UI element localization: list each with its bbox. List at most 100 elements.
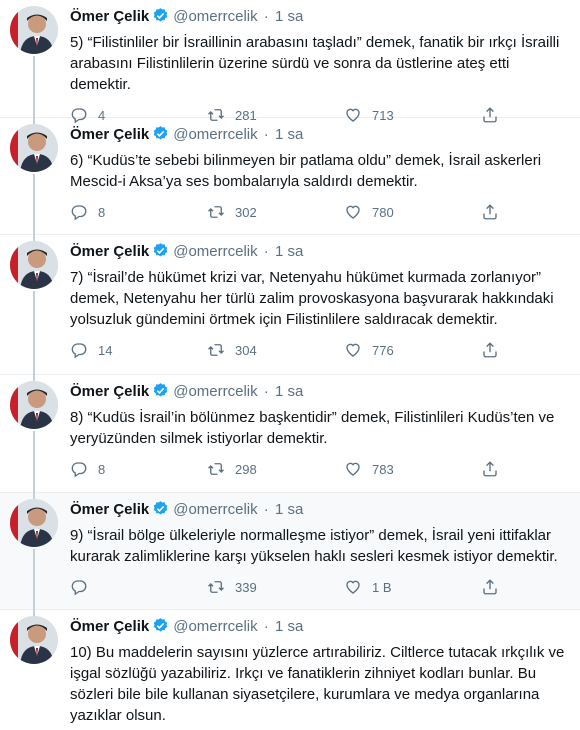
tweet-header: Ömer Çelik @omerrcelik · 1 sa: [70, 235, 568, 265]
like-count: 783: [372, 461, 394, 477]
verified-badge-icon: [152, 617, 169, 640]
author-name[interactable]: Ömer Çelik: [70, 501, 149, 518]
author-handle[interactable]: @omerrcelik: [173, 383, 257, 400]
reply-count: 8: [98, 204, 106, 220]
tweet-time[interactable]: 1 sa: [275, 501, 303, 518]
reply-icon: [71, 462, 87, 478]
tweet[interactable]: Ömer Çelik @omerrcelik · 1 sa 6) “Kudüs’t…: [0, 118, 580, 235]
author-handle[interactable]: @omerrcelik: [173, 501, 257, 518]
reply-count: 14: [98, 342, 113, 358]
avatar[interactable]: [10, 6, 58, 54]
reply-button[interactable]: 14: [70, 341, 207, 359]
share-icon: [483, 579, 497, 595]
tweet[interactable]: Ömer Çelik @omerrcelik · 1 sa 9) “İsrail …: [0, 493, 580, 610]
share-icon: [483, 461, 497, 477]
tweet-text: 7) “İsrail’de hükümet krizi var, Netenya…: [70, 269, 554, 328]
retweet-icon: [208, 581, 224, 593]
tweet[interactable]: Ömer Çelik @omerrcelik · 1 sa 5) “Filisti…: [0, 0, 580, 124]
like-icon: [346, 462, 360, 476]
retweet-count: 298: [235, 461, 257, 477]
verified-badge-icon: [152, 242, 169, 265]
retweet-icon: [208, 463, 224, 475]
verified-badge-icon: [152, 125, 169, 148]
like-count: 776: [372, 342, 394, 358]
reply-count: 8: [98, 461, 106, 477]
thread-line: [33, 56, 35, 118]
like-icon: [346, 343, 360, 357]
tweet-header: Ömer Çelik @omerrcelik · 1 sa: [70, 0, 568, 30]
author-name[interactable]: Ömer Çelik: [70, 243, 149, 260]
share-icon: [483, 342, 497, 358]
tweet-header: Ömer Çelik @omerrcelik · 1 sa: [70, 375, 568, 405]
retweet-count: 304: [235, 342, 257, 358]
verified-badge-icon: [152, 382, 169, 405]
reply-button[interactable]: [70, 578, 207, 596]
author-name[interactable]: Ömer Çelik: [70, 126, 149, 143]
tweet-text: 5) “Filistinliler bir İsraillinin arabas…: [70, 34, 560, 93]
retweet-icon: [208, 344, 224, 356]
like-icon: [346, 580, 360, 594]
author-handle[interactable]: @omerrcelik: [173, 8, 257, 25]
tweet-header: Ömer Çelik @omerrcelik · 1 sa: [70, 493, 568, 523]
tweet[interactable]: Ömer Çelik @omerrcelik · 1 sa 8) “Kudüs İ…: [0, 375, 580, 493]
retweet-icon: [208, 206, 224, 218]
reply-button[interactable]: 8: [70, 460, 207, 478]
tweet-actions: 14 304 776: [70, 340, 568, 360]
tweet-header: Ömer Çelik @omerrcelik · 1 sa: [70, 118, 568, 148]
author-name[interactable]: Ömer Çelik: [70, 8, 149, 25]
tweet[interactable]: Ömer Çelik @omerrcelik · 1 sa 7) “İsrail’…: [0, 235, 580, 375]
thread-line: [33, 431, 35, 493]
thread-line: [33, 549, 35, 610]
thread-line: [33, 291, 35, 375]
thread-line: [33, 174, 35, 235]
tweet-header: Ömer Çelik @omerrcelik · 1 sa: [70, 610, 568, 640]
retweet-button[interactable]: 339: [207, 578, 344, 596]
author-handle[interactable]: @omerrcelik: [173, 126, 257, 143]
share-button[interactable]: [481, 341, 509, 359]
tweet[interactable]: Ömer Çelik @omerrcelik · 1 sa 10) Bu madd…: [0, 610, 580, 730]
tweet-time[interactable]: 1 sa: [275, 8, 303, 25]
tweet-time[interactable]: 1 sa: [275, 243, 303, 260]
tweet-time[interactable]: 1 sa: [275, 383, 303, 400]
tweet-actions: 8 302 780: [70, 202, 568, 222]
reply-icon: [71, 580, 87, 596]
avatar[interactable]: [10, 616, 58, 664]
share-icon: [483, 204, 497, 220]
author-name[interactable]: Ömer Çelik: [70, 618, 149, 635]
avatar[interactable]: [10, 124, 58, 172]
share-button[interactable]: [481, 203, 509, 221]
avatar[interactable]: [10, 499, 58, 547]
tweet-text: 8) “Kudüs İsrail’in bölünmez başkentidir…: [70, 409, 555, 447]
reply-button[interactable]: 8: [70, 203, 207, 221]
like-icon: [346, 205, 360, 219]
retweet-button[interactable]: 302: [207, 203, 344, 221]
avatar[interactable]: [10, 241, 58, 289]
like-button[interactable]: 783: [344, 460, 481, 478]
like-count: 1 B: [372, 579, 392, 595]
tweet-text: 10) Bu maddelerin sayısını yüzlerce artı…: [70, 644, 565, 724]
tweet-time[interactable]: 1 sa: [275, 618, 303, 635]
tweet-time[interactable]: 1 sa: [275, 126, 303, 143]
reply-icon: [71, 343, 87, 359]
share-button[interactable]: [481, 578, 509, 596]
tweet-actions: 8 298 783: [70, 459, 568, 479]
avatar[interactable]: [10, 381, 58, 429]
tweet-text: 6) “Kudüs’te sebebi bilinmeyen bir patla…: [70, 152, 542, 190]
verified-badge-icon: [152, 7, 169, 30]
reply-icon: [71, 205, 87, 221]
share-button[interactable]: [481, 460, 509, 478]
like-count: 780: [372, 204, 394, 220]
verified-badge-icon: [152, 500, 169, 523]
author-name[interactable]: Ömer Çelik: [70, 383, 149, 400]
author-handle[interactable]: @omerrcelik: [173, 243, 257, 260]
retweet-count: 339: [235, 579, 257, 595]
like-button[interactable]: 776: [344, 341, 481, 359]
tweet-actions: 339 1 B: [70, 577, 568, 597]
retweet-count: 302: [235, 204, 257, 220]
retweet-button[interactable]: 304: [207, 341, 344, 359]
tweet-text: 9) “İsrail bölge ülkeleriyle normalleşme…: [70, 527, 558, 565]
like-button[interactable]: 1 B: [344, 578, 481, 596]
like-button[interactable]: 780: [344, 203, 481, 221]
author-handle[interactable]: @omerrcelik: [173, 618, 257, 635]
retweet-button[interactable]: 298: [207, 460, 344, 478]
